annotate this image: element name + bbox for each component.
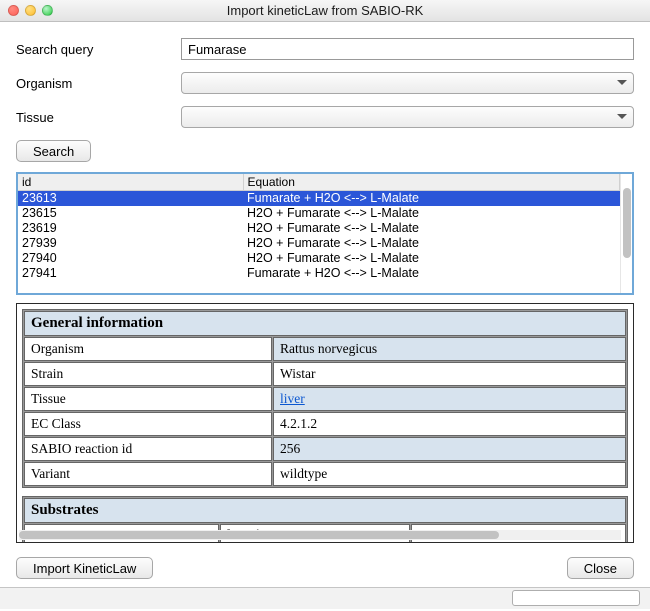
table-header-row: id Equation (18, 174, 620, 191)
general-info-table: General information OrganismRattus norve… (22, 309, 628, 488)
cell-id: 27939 (18, 236, 243, 251)
info-key: Tissue (24, 387, 272, 411)
info-value: Wistar (273, 362, 626, 386)
cell-id: 23615 (18, 206, 243, 221)
close-button[interactable]: Close (567, 557, 634, 579)
info-row: Variantwildtype (24, 462, 626, 486)
table-row[interactable]: 23619H2O + Fumarate <--> L-Malate (18, 221, 620, 236)
results-scrollbar[interactable] (620, 174, 632, 293)
results-scrollbar-thumb[interactable] (623, 188, 631, 258)
col-equation[interactable]: Equation (243, 174, 620, 191)
cell-equation: Fumarate + H2O <--> L-Malate (243, 266, 620, 281)
col-id[interactable]: id (18, 174, 243, 191)
row-search-query: Search query (16, 38, 634, 60)
info-row: StrainWistar (24, 362, 626, 386)
table-row[interactable]: 27941Fumarate + H2O <--> L-Malate (18, 266, 620, 281)
search-query-input[interactable] (181, 38, 634, 60)
organism-combo[interactable] (181, 72, 634, 94)
cell-id: 27940 (18, 251, 243, 266)
info-value: 4.2.1.2 (273, 412, 626, 436)
chevron-down-icon (615, 76, 629, 90)
table-row[interactable]: 27940H2O + Fumarate <--> L-Malate (18, 251, 620, 266)
tissue-combo[interactable] (181, 106, 634, 128)
substrates-header: Substrates (24, 498, 626, 523)
cell-id: 27941 (18, 266, 243, 281)
cell-equation: H2O + Fumarate <--> L-Malate (243, 221, 620, 236)
cell-equation: H2O + Fumarate <--> L-Malate (243, 251, 620, 266)
general-info-header: General information (24, 311, 626, 336)
bottom-bar: Import KineticLaw Close (16, 557, 634, 579)
info-key: EC Class (24, 412, 272, 436)
info-value: wildtype (273, 462, 626, 486)
info-row: EC Class4.2.1.2 (24, 412, 626, 436)
import-button[interactable]: Import KineticLaw (16, 557, 153, 579)
row-organism: Organism (16, 72, 634, 94)
cell-equation: H2O + Fumarate <--> L-Malate (243, 206, 620, 221)
info-value: Rattus norvegicus (273, 337, 626, 361)
chevron-down-icon (615, 110, 629, 124)
window-title: Import kineticLaw from SABIO-RK (0, 3, 650, 18)
results-table: id Equation 23613Fumarate + H2O <--> L-M… (16, 172, 634, 295)
table-row[interactable]: 23615H2O + Fumarate <--> L-Malate (18, 206, 620, 221)
detail-h-scrollbar-thumb[interactable] (19, 531, 499, 539)
info-row: SABIO reaction id256 (24, 437, 626, 461)
info-key: SABIO reaction id (24, 437, 272, 461)
info-key: Organism (24, 337, 272, 361)
info-key: Variant (24, 462, 272, 486)
info-key: Strain (24, 362, 272, 386)
table-row[interactable]: 27939H2O + Fumarate <--> L-Malate (18, 236, 620, 251)
search-button[interactable]: Search (16, 140, 91, 162)
results-table-viewport[interactable]: id Equation 23613Fumarate + H2O <--> L-M… (18, 174, 620, 293)
label-organism: Organism (16, 76, 181, 91)
label-tissue: Tissue (16, 110, 181, 125)
titlebar: Import kineticLaw from SABIO-RK (0, 0, 650, 22)
cell-id: 23613 (18, 191, 243, 206)
info-row: OrganismRattus norvegicus (24, 337, 626, 361)
statusbar (0, 587, 650, 609)
info-value: 256 (273, 437, 626, 461)
window-body: Search query Organism Tissue Search (0, 22, 650, 587)
row-search-button: Search (16, 140, 634, 162)
info-value[interactable]: liver (273, 387, 626, 411)
table-row[interactable]: 23613Fumarate + H2O <--> L-Malate (18, 191, 620, 206)
row-tissue: Tissue (16, 106, 634, 128)
status-box (512, 590, 640, 606)
detail-h-scrollbar[interactable] (19, 530, 621, 540)
cell-id: 23619 (18, 221, 243, 236)
info-row: Tissueliver (24, 387, 626, 411)
cell-equation: Fumarate + H2O <--> L-Malate (243, 191, 620, 206)
label-search-query: Search query (16, 42, 181, 57)
cell-equation: H2O + Fumarate <--> L-Malate (243, 236, 620, 251)
detail-panel: General information OrganismRattus norve… (16, 303, 634, 543)
